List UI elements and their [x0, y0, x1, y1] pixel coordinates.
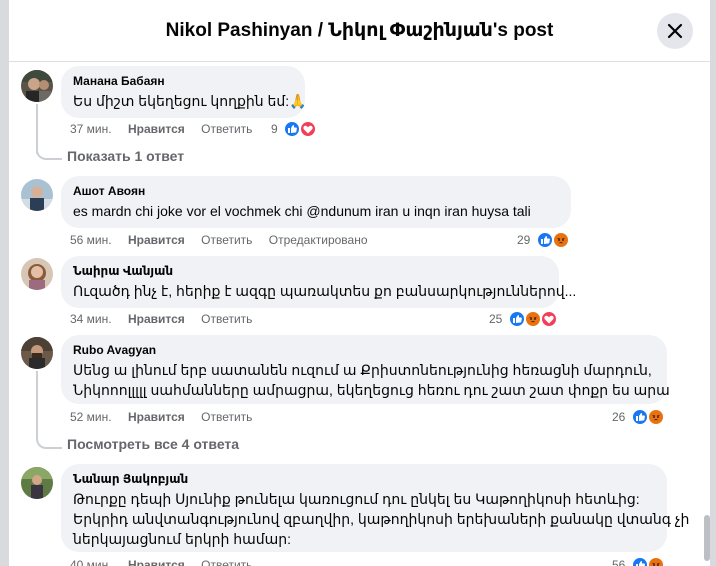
comment-actions: 40 мин. Нравится Ответить [70, 558, 265, 566]
comment-time[interactable]: 34 мин. [70, 312, 112, 326]
like-button[interactable]: Нравится [128, 312, 185, 326]
thread-line [36, 371, 38, 435]
comment-bubble: Նաիրա Վանյան Ուզածդ ինչ է, հերիք է ազգը … [61, 256, 576, 308]
comment-time[interactable]: 40 мин. [70, 558, 112, 566]
like-button[interactable]: Нравится [128, 233, 185, 247]
view-replies-link[interactable]: Показать 1 ответ [67, 148, 184, 164]
like-reaction-icon [630, 408, 649, 426]
comment-bubble: Rubo Avagyan Սենց ա լինում երբ սատանեն ո… [61, 335, 670, 404]
comment-actions: 37 мин. Нравится Ответить [70, 122, 265, 136]
comment-actions: 56 мин. Нравится Ответить Отредактирован… [70, 233, 381, 247]
like-reaction-icon [507, 310, 526, 328]
reaction-count: 29 [517, 233, 531, 247]
view-replies-link[interactable]: Посмотреть все 4 ответа [67, 436, 239, 452]
reaction-count: 56 [612, 558, 626, 566]
reaction-summary[interactable]: 9 [271, 120, 318, 138]
reply-button[interactable]: Ответить [201, 312, 252, 326]
angry-reaction-icon [552, 231, 571, 249]
close-icon [667, 23, 683, 39]
reaction-summary[interactable]: 26 [612, 408, 666, 426]
angry-reaction-icon [647, 408, 666, 426]
reply-button[interactable]: Ответить [201, 122, 252, 136]
like-reaction-icon [630, 556, 649, 566]
dialog-header: Nikol Pashinyan / Նիկոլ Փաշինյան's post [9, 0, 710, 62]
angry-reaction-icon [647, 556, 666, 566]
comment-text-line: ներկայացնում երկրի համար: [73, 531, 292, 547]
angry-reaction-icon [524, 310, 543, 328]
avatar[interactable] [21, 179, 53, 211]
comment-time[interactable]: 56 мин. [70, 233, 112, 247]
reaction-count: 9 [271, 122, 278, 136]
like-button[interactable]: Нравится [128, 558, 185, 566]
reaction-count: 25 [489, 312, 503, 326]
comment-actions: 34 мин. Нравится Ответить [70, 312, 265, 326]
comment-author[interactable]: Манана Бабаян [73, 74, 165, 88]
like-reaction-icon [535, 231, 554, 249]
comment-text-line: Թուրքը դեպի Սյունիք թունելա կառուցում դո… [73, 491, 640, 507]
comment-text: es mardn chi joke vor el vochmek chi @nd… [73, 203, 531, 219]
comment-author[interactable]: Նանար Յակոբյան [73, 472, 188, 486]
comment-text-line: Երկրիդ անվտանգությունով զբաղվիր, կաթողիկ… [73, 511, 690, 527]
comment-author[interactable]: Rubo Avagyan [73, 343, 156, 357]
reply-button[interactable]: Ответить [201, 558, 252, 566]
comment-time[interactable]: 52 мин. [70, 410, 112, 424]
reaction-count: 26 [612, 410, 626, 424]
comment-author[interactable]: Նաիրա Վանյան [73, 264, 173, 278]
comment-text-line: Նիկոոոլլլլլ սահմանները ամրացրա, եկեղեցու… [73, 382, 670, 398]
comment-actions: 52 мин. Нравится Ответить [70, 410, 265, 424]
avatar[interactable] [21, 467, 53, 499]
dialog-title: Nikol Pashinyan / Նիկոլ Փաշինյան's post [165, 20, 554, 41]
reaction-summary[interactable]: 29 [517, 231, 571, 249]
avatar[interactable] [21, 70, 53, 102]
thread-elbow [36, 427, 62, 449]
edited-label[interactable]: Отредактировано [269, 233, 368, 247]
scrollbar-thumb[interactable] [704, 515, 710, 561]
love-reaction-icon [540, 310, 559, 328]
like-button[interactable]: Нравится [128, 122, 185, 136]
like-reaction-icon [283, 120, 302, 138]
comment-author[interactable]: Ашот Авоян [73, 184, 145, 198]
comment-bubble: Նանար Յակոբյան Թուրքը դեպի Սյունիք թունե… [61, 464, 689, 552]
reply-button[interactable]: Ответить [201, 233, 252, 247]
reaction-summary[interactable]: 56 [612, 556, 666, 566]
comment-bubble: Манана Бабаян Ես միշտ եկեղեցու կողքին եմ… [61, 66, 307, 118]
close-button[interactable] [657, 13, 693, 49]
comment-bubble: Ашот Авоян es mardn chi joke vor el voch… [61, 176, 571, 228]
like-button[interactable]: Нравится [128, 410, 185, 424]
avatar[interactable] [21, 337, 53, 369]
comment-time[interactable]: 37 мин. [70, 122, 112, 136]
comment-text: Ես միշտ եկեղեցու կողքին եմ:🙏 [73, 93, 307, 109]
scrollbar-track[interactable] [702, 62, 710, 566]
thread-elbow [36, 140, 62, 160]
comment-text: Ուզածդ ինչ է, հերիք է ազգը պառակտես քո բ… [73, 283, 577, 299]
comments-list: Манана Бабаян Ես միշտ եկեղեցու կողքին եմ… [9, 62, 710, 566]
reaction-summary[interactable]: 25 [489, 310, 559, 328]
post-dialog: Nikol Pashinyan / Նիկոլ Փաշինյան's post … [9, 0, 710, 566]
comment-text-line: Սենց ա լինում երբ սատանեն ուզում ա Քրիստ… [73, 362, 652, 378]
reply-button[interactable]: Ответить [201, 410, 252, 424]
love-reaction-icon [299, 120, 318, 138]
avatar[interactable] [21, 258, 53, 290]
